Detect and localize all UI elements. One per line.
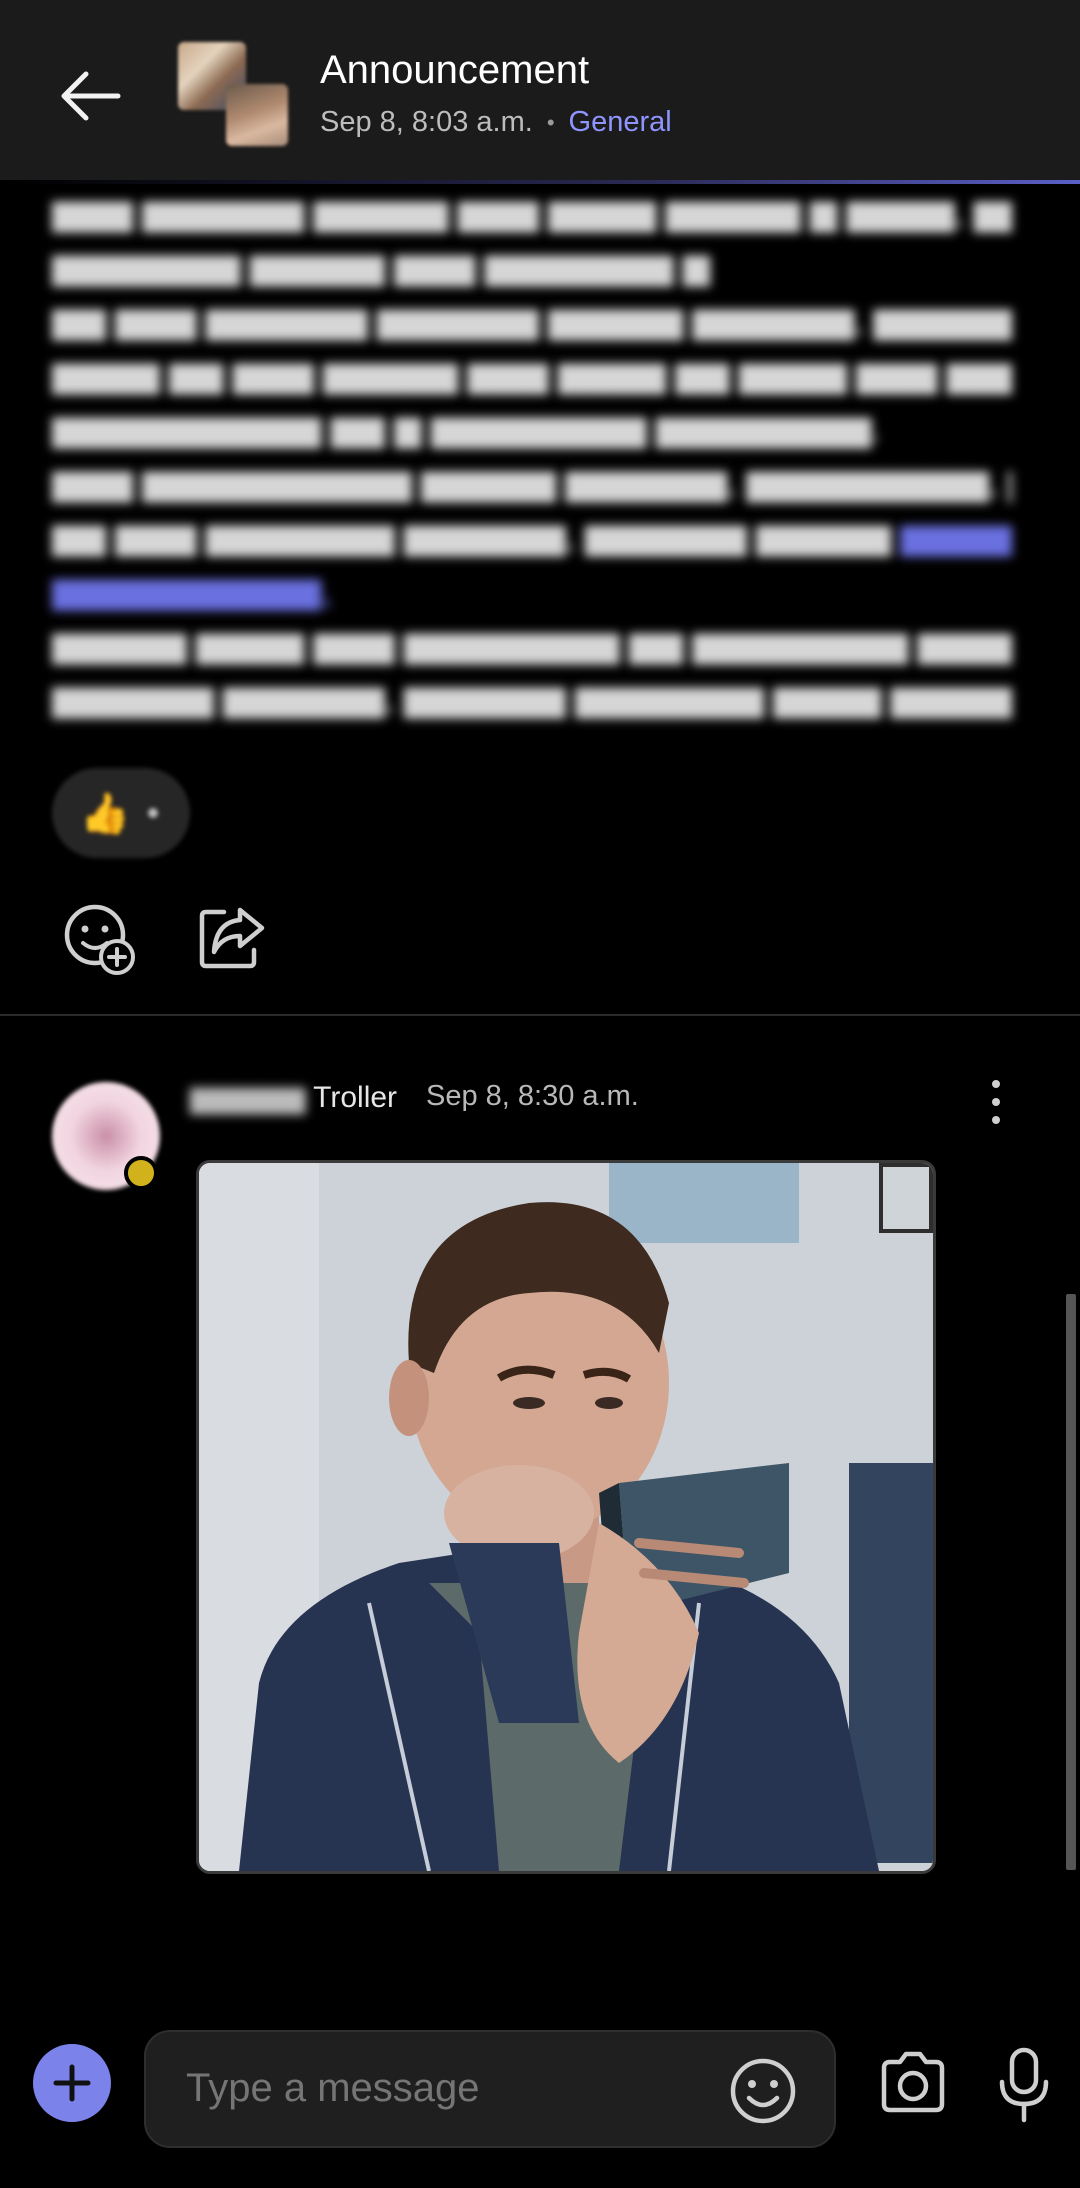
- message-divider: [0, 1014, 1080, 1016]
- redacted-message-body: ▆▆▆ ▆▆▆▆▆▆ ▆▆▆▆▆ ▆▆▆ ▆▆▆▆ ▆▆▆▆▆ ▆ ▆▆▆▆, …: [52, 193, 1012, 718]
- app-header: Announcement Sep 8, 8:03 a.m. • General: [0, 0, 1080, 184]
- reaction-pill[interactable]: 👍: [52, 768, 190, 858]
- author-name[interactable]: ▆▆▆▆▆ Troller: [190, 1080, 397, 1115]
- share-icon: [199, 907, 265, 969]
- add-reaction-icon: [64, 904, 135, 975]
- post-timestamp: Sep 8, 8:03 a.m.: [320, 106, 533, 138]
- plus-icon: [53, 2064, 91, 2102]
- emoji-icon: [730, 2058, 796, 2124]
- presence-badge: [124, 1156, 158, 1190]
- add-reaction-button[interactable]: [58, 898, 138, 978]
- more-dot-icon: [992, 1080, 1000, 1088]
- back-button[interactable]: [52, 58, 128, 134]
- more-dot-icon: [992, 1116, 1000, 1124]
- avatar: [226, 84, 288, 146]
- more-options-button[interactable]: [974, 1076, 1018, 1128]
- camera-button[interactable]: [878, 2050, 948, 2116]
- message-input[interactable]: [186, 2066, 686, 2111]
- channel-link[interactable]: General: [569, 106, 672, 139]
- gif-image: [199, 1163, 933, 1871]
- camera-icon: [881, 2051, 945, 2113]
- group-avatar[interactable]: [178, 38, 290, 150]
- header-accent-line: [0, 180, 1080, 184]
- scrollbar[interactable]: [1066, 1294, 1076, 1870]
- gif-attachment[interactable]: [196, 1160, 936, 1874]
- message-timestamp: Sep 8, 8:30 a.m.: [426, 1080, 639, 1112]
- microphone-button[interactable]: [996, 2046, 1052, 2124]
- share-button[interactable]: [192, 898, 272, 978]
- header-subtitle: Sep 8, 8:03 a.m. • General: [320, 106, 672, 139]
- message-composer: [144, 2030, 836, 2148]
- more-dot-icon: [992, 1098, 1000, 1106]
- thumbs-up-emoji-icon: 👍: [80, 791, 130, 836]
- reaction-count-dot: [147, 808, 158, 818]
- arrow-left-icon: [61, 71, 121, 121]
- microphone-icon: [999, 2047, 1049, 2123]
- redacted-name-part: ▆▆▆▆▆: [190, 1081, 306, 1114]
- chat-screen: Announcement Sep 8, 8:03 a.m. • General …: [0, 0, 1080, 2188]
- separator-dot: •: [546, 109, 555, 135]
- add-attachment-button[interactable]: [33, 2044, 111, 2122]
- emoji-button[interactable]: [728, 2056, 798, 2126]
- page-title: Announcement: [320, 48, 590, 92]
